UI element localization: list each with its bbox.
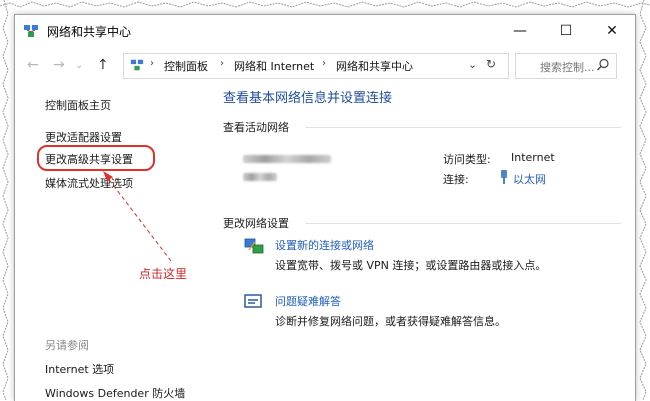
search-box[interactable]: 搜索控制...	[515, 53, 617, 79]
minimize-button[interactable]: —	[497, 15, 543, 47]
see-also-defender-firewall[interactable]: Windows Defender 防火墙	[45, 385, 185, 401]
address-dropdown-icon[interactable]: ⌄	[468, 58, 477, 71]
see-also-header: 另请参阅	[45, 339, 89, 352]
breadcrumb-separator-icon: ›	[322, 58, 326, 69]
window-title: 网络和共享中心	[47, 25, 132, 39]
section-divider	[305, 127, 621, 128]
sidebar-control-panel-home[interactable]: 控制面板主页	[45, 97, 111, 113]
breadcrumb-control-panel[interactable]: 控制面板	[164, 58, 208, 74]
connection-label: 连接:	[443, 173, 469, 186]
breadcrumb-separator-icon: ›	[150, 58, 154, 69]
breadcrumb-network-center[interactable]: 网络和共享中心	[336, 58, 413, 74]
up-arrow-icon[interactable]: ↑	[97, 57, 109, 73]
see-also-internet-options[interactable]: Internet 选项	[45, 361, 114, 377]
breadcrumb-separator-icon: ›	[220, 58, 224, 69]
control-panel-icon	[130, 59, 144, 71]
breadcrumb-network-internet[interactable]: 网络和 Internet	[234, 58, 314, 74]
sidebar-item-media-streaming[interactable]: 媒体流式处理选项	[45, 175, 133, 191]
access-type-label: 访问类型:	[443, 153, 491, 166]
close-button[interactable]: ✕	[589, 15, 635, 47]
setup-new-connection-desc: 设置宽带、拨号或 VPN 连接；或设置路由器或接入点。	[275, 259, 547, 272]
maximize-button[interactable]: ☐	[543, 15, 589, 47]
network-sharing-center-window: 网络和共享中心 — ☐ ✕ ← → ⌄ ↑ › 控制面板 › 网络和 Inter…	[14, 14, 636, 401]
network-name-redacted	[243, 155, 331, 163]
setup-new-connection-link[interactable]: 设置新的连接或网络	[275, 237, 374, 253]
troubleshoot-link[interactable]: 问题疑难解答	[275, 293, 341, 309]
troubleshoot-icon	[244, 294, 262, 308]
address-box[interactable]: › 控制面板 › 网络和 Internet › 网络和共享中心 ⌄ ↻	[123, 53, 509, 79]
access-type-value: Internet	[511, 151, 555, 164]
recent-chevron-icon[interactable]: ⌄	[75, 60, 83, 71]
sidebar-item-adapter-settings[interactable]: 更改适配器设置	[45, 129, 122, 145]
ethernet-icon	[501, 170, 507, 184]
network-type-redacted	[243, 173, 277, 181]
network-center-icon	[24, 25, 38, 37]
sidebar-item-advanced-sharing[interactable]: 更改高级共享设置	[45, 151, 133, 167]
change-settings-header: 更改网络设置	[223, 217, 289, 230]
title-bar: 网络和共享中心 — ☐ ✕	[15, 15, 635, 47]
forward-arrow-icon[interactable]: →	[53, 57, 65, 73]
page-title: 查看基本网络信息并设置连接	[223, 91, 393, 106]
annotation-click-here: 点击这里	[139, 267, 188, 281]
refresh-icon[interactable]: ↻	[486, 57, 496, 71]
ethernet-connection-link[interactable]: 以太网	[513, 171, 546, 187]
search-icon[interactable]	[596, 58, 610, 72]
back-arrow-icon[interactable]: ←	[27, 57, 39, 73]
section-divider	[305, 223, 621, 224]
active-networks-header: 查看活动网络	[223, 121, 289, 134]
network-setup-icon	[244, 238, 264, 254]
address-toolbar: ← → ⌄ ↑ › 控制面板 › 网络和 Internet › 网络和共享中心 …	[15, 53, 635, 79]
troubleshoot-desc: 诊断并修复网络问题，或者获得疑难解答信息。	[275, 315, 506, 328]
search-input[interactable]: 搜索控制...	[540, 59, 595, 75]
